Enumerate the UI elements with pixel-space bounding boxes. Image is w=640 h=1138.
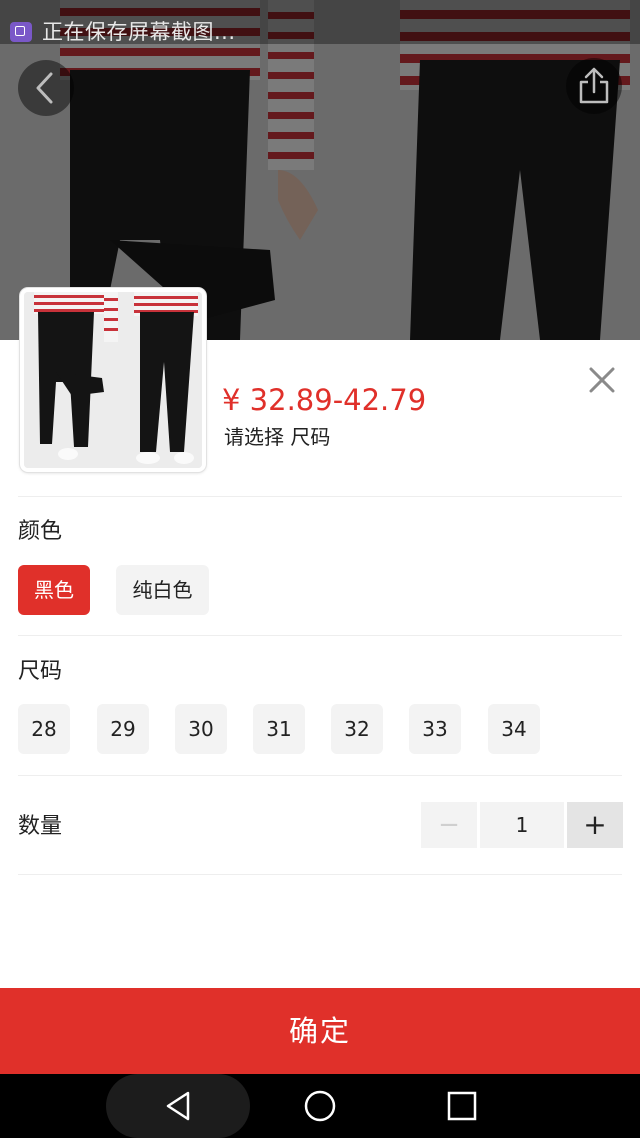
size-option-30[interactable]: 30: [175, 704, 227, 754]
square-recent-icon[interactable]: [444, 1088, 480, 1124]
share-icon: [579, 67, 609, 104]
quantity-label: 数量: [18, 814, 63, 839]
selection-hint: 请选择 尺码: [224, 425, 331, 449]
divider: [18, 775, 622, 776]
quantity-decrement-button[interactable]: −: [421, 802, 477, 848]
color-option-black[interactable]: 黑色: [18, 565, 90, 615]
price-range: ¥ 32.89-42.79: [222, 383, 427, 417]
screenshot-icon: [10, 22, 32, 42]
quantity-input[interactable]: 1: [480, 802, 564, 848]
size-option-33[interactable]: 33: [409, 704, 461, 754]
size-option-29[interactable]: 29: [97, 704, 149, 754]
confirm-button[interactable]: 确定: [0, 988, 640, 1074]
close-button[interactable]: [584, 362, 620, 398]
status-bar: 正在保存屏幕截图...: [0, 0, 640, 44]
size-option-31[interactable]: 31: [253, 704, 305, 754]
divider: [18, 496, 622, 497]
triangle-back-icon[interactable]: [160, 1088, 196, 1124]
divider: [18, 635, 622, 636]
product-thumbnail-image: [24, 292, 202, 468]
quantity-increment-button[interactable]: +: [567, 802, 623, 848]
back-button[interactable]: [18, 60, 74, 116]
size-option-28[interactable]: 28: [18, 704, 70, 754]
color-section-label: 颜色: [18, 519, 63, 544]
product-thumbnail[interactable]: [20, 288, 206, 472]
size-option-34[interactable]: 34: [488, 704, 540, 754]
chevron-left-icon: [36, 72, 53, 104]
color-option-white[interactable]: 纯白色: [116, 565, 209, 615]
close-icon: [589, 367, 615, 393]
size-option-32[interactable]: 32: [331, 704, 383, 754]
system-nav-bar: [0, 1074, 640, 1138]
share-button[interactable]: [566, 58, 622, 114]
size-section-label: 尺码: [18, 659, 63, 684]
circle-home-icon[interactable]: [302, 1088, 338, 1124]
status-notification-text: 正在保存屏幕截图...: [42, 20, 236, 44]
divider: [18, 874, 622, 875]
